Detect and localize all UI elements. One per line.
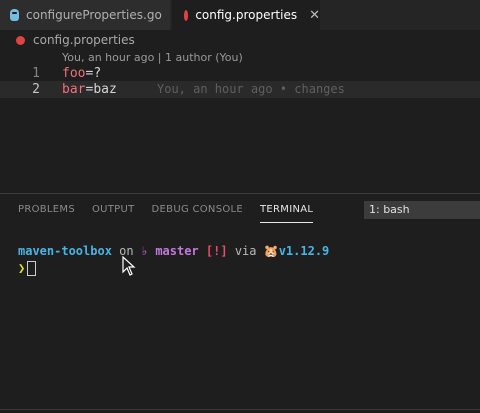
tab-terminal[interactable]: TERMINAL xyxy=(260,204,314,223)
tab-label: configureProperties.go xyxy=(26,8,162,22)
property-value: ? xyxy=(93,66,102,81)
close-icon[interactable]: ✕ xyxy=(309,8,320,23)
line-code: foo=? xyxy=(62,65,101,82)
editor-line-current[interactable]: 2 bar=baz You, an hour ago • changes xyxy=(0,81,480,98)
line-number: 1 xyxy=(32,66,40,81)
properties-file-icon xyxy=(184,9,192,21)
terminal-branch: master xyxy=(155,244,199,258)
property-key: foo xyxy=(62,66,86,81)
properties-file-icon xyxy=(16,35,25,45)
line-number: 2 xyxy=(32,82,40,97)
terminal-cursor xyxy=(27,261,37,276)
line-code: bar=baz xyxy=(62,81,117,98)
tab-output[interactable]: OUTPUT xyxy=(92,204,135,222)
terminal-input-line[interactable]: ❯ xyxy=(18,261,37,276)
divider xyxy=(0,409,480,410)
breadcrumb[interactable]: config.properties xyxy=(16,32,135,48)
panel-tabs: PROBLEMS OUTPUT DEBUG CONSOLE TERMINAL xyxy=(18,204,330,223)
property-value: baz xyxy=(93,82,117,97)
terminal-prompt-line: maven-toolbox on ♭ master [!] via 🐹v1.12… xyxy=(18,244,329,258)
terminal-directory: maven-toolbox xyxy=(18,244,112,258)
terminal-via: via xyxy=(234,244,257,258)
breadcrumb-file[interactable]: config.properties xyxy=(33,33,135,47)
prompt-chevron-icon: ❯ xyxy=(18,261,26,275)
terminal-select[interactable]: 1: bash xyxy=(364,201,480,219)
go-gopher-icon: 🐹 xyxy=(263,244,279,258)
tab-configure-properties-go[interactable]: configureProperties.go xyxy=(0,0,170,30)
editor-line[interactable]: 1 foo=? xyxy=(0,65,480,82)
bottom-panel: PROBLEMS OUTPUT DEBUG CONSOLE TERMINAL 1… xyxy=(0,193,480,413)
tab-label: config.properties xyxy=(195,8,298,22)
tab-debug-console[interactable]: DEBUG CONSOLE xyxy=(152,204,243,222)
property-key: bar xyxy=(62,82,86,97)
mouse-pointer-icon xyxy=(122,256,136,276)
go-gopher-icon xyxy=(10,9,19,21)
git-codelens[interactable]: You, an hour ago | 1 author (You) xyxy=(62,51,243,64)
branch-icon: ♭ xyxy=(140,244,149,258)
tab-config-properties[interactable]: config.properties ✕ xyxy=(172,0,320,30)
editor-tab-bar: configureProperties.go config.properties… xyxy=(0,0,480,30)
terminal-go-version: v1.12.9 xyxy=(278,244,330,258)
tab-problems[interactable]: PROBLEMS xyxy=(18,204,75,222)
terminal-git-status: [!] xyxy=(205,244,228,258)
inline-git-blame: You, an hour ago • changes xyxy=(157,82,345,96)
